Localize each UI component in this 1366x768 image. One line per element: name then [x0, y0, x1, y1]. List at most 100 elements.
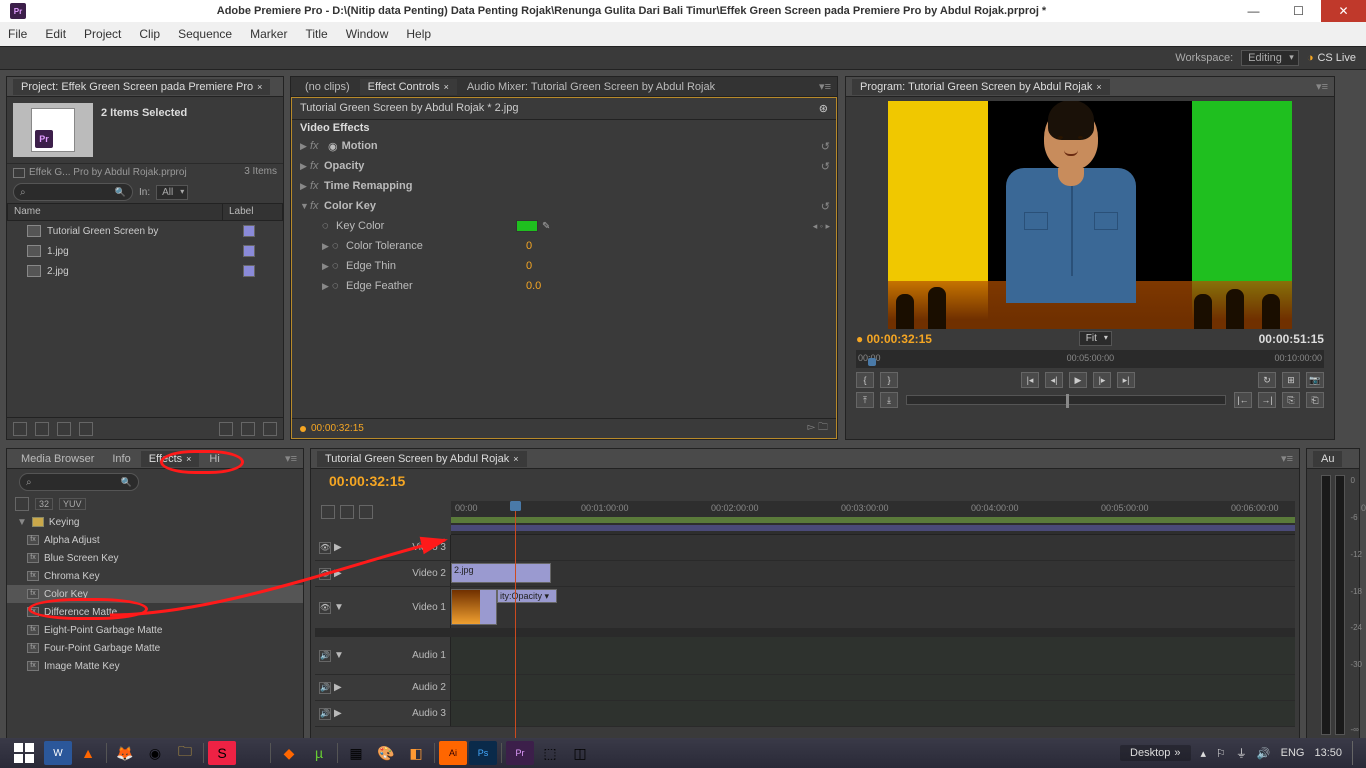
panel-menu-icon[interactable]: ▾≡	[819, 80, 831, 93]
project-item-sequence[interactable]: Tutorial Green Screen by	[7, 221, 283, 241]
taskbar-explorer-icon[interactable]: 🗀	[171, 741, 199, 765]
taskbar-word-icon[interactable]: W	[44, 741, 72, 765]
effect-alpha-adjust[interactable]: fxAlpha Adjust	[7, 531, 303, 549]
desktop-toolbar[interactable]: Desktop»	[1120, 745, 1190, 761]
menu-window[interactable]: Window	[346, 27, 389, 41]
taskbar-app7-icon[interactable]: ◫	[566, 741, 594, 765]
effects-tab[interactable]: Effects×	[141, 451, 200, 467]
shuttle-slider[interactable]	[906, 395, 1226, 405]
tray-flag-icon[interactable]: ⚐	[1216, 747, 1226, 760]
in-filter-dropdown[interactable]: All	[156, 185, 188, 200]
list-view-icon[interactable]	[13, 422, 27, 436]
icon-view-icon[interactable]	[35, 422, 49, 436]
ec-config-icon[interactable]: ⊛	[819, 102, 828, 115]
audio-mixer-tab[interactable]: Audio Mixer: Tutorial Green Screen by Ab…	[459, 79, 723, 95]
effect-eight-point-garbage-matte[interactable]: fxEight-Point Garbage Matte	[7, 621, 303, 639]
effect-blue-screen-key[interactable]: fxBlue Screen Key	[7, 549, 303, 567]
audio-tab[interactable]: Au	[1313, 451, 1342, 467]
taskbar-app6-icon[interactable]: ⬚	[536, 741, 564, 765]
effect-difference-matte[interactable]: fxDifference Matte	[7, 603, 303, 621]
eyedropper-icon[interactable]: ✎	[542, 221, 550, 232]
maximize-button[interactable]: ☐	[1276, 0, 1321, 22]
tray-volume-icon[interactable]: 🔊	[1257, 747, 1271, 760]
timeline-tab[interactable]: Tutorial Green Screen by Abdul Rojak×	[317, 451, 527, 467]
track-audio-3[interactable]: 🔊▶Audio 3	[315, 701, 1295, 727]
next-edit-button[interactable]: →|	[1258, 392, 1276, 408]
taskbar-app4-icon[interactable]: ▦	[342, 741, 370, 765]
media-browser-tab[interactable]: Media Browser	[13, 451, 102, 467]
taskbar-photoshop-icon[interactable]: Ps	[469, 741, 497, 765]
start-button[interactable]	[6, 740, 42, 766]
tray-up-icon[interactable]: ▴	[1201, 747, 1207, 760]
tray-lang[interactable]: ENG	[1281, 747, 1305, 759]
project-item-2jpg[interactable]: 2.jpg	[7, 261, 283, 281]
taskbar-app2-icon[interactable]	[238, 741, 266, 765]
step-fwd-button[interactable]: |▸	[1093, 372, 1111, 388]
program-ruler[interactable]: 00:00 00:05:00:00 00:10:00:00	[856, 350, 1324, 368]
effect-four-point-garbage-matte[interactable]: fxFour-Point Garbage Matte	[7, 639, 303, 657]
new-bin-icon[interactable]	[219, 422, 233, 436]
taskbar-illustrator-icon[interactable]: Ai	[439, 741, 467, 765]
track-video-2[interactable]: 👁▶Video 2 2.jpg	[315, 561, 1295, 587]
snap-icon[interactable]	[321, 505, 335, 519]
menu-file[interactable]: File	[8, 27, 27, 41]
track-video-3[interactable]: 👁▶Video 3	[315, 535, 1295, 561]
column-name[interactable]: Name	[8, 204, 222, 220]
new-item-icon[interactable]	[241, 422, 255, 436]
close-button[interactable]: ✕	[1321, 0, 1366, 22]
loop-button[interactable]: ↻	[1258, 372, 1276, 388]
track-audio-2[interactable]: 🔊▶Audio 2	[315, 675, 1295, 701]
taskbar-app1-icon[interactable]: S	[208, 741, 236, 765]
safe-margin-button[interactable]: ⊞	[1282, 372, 1300, 388]
effect-controls-tab[interactable]: Effect Controls×	[360, 79, 457, 95]
menu-title[interactable]: Title	[305, 27, 327, 41]
prev-edit-button[interactable]: |←	[1234, 392, 1252, 408]
program-monitor-view[interactable]	[888, 101, 1292, 329]
project-item-1jpg[interactable]: 1.jpg	[7, 241, 283, 261]
ec-edge-feather[interactable]: ▶◌Edge Feather0.0	[292, 276, 836, 296]
effect-chroma-key[interactable]: fxChroma Key	[7, 567, 303, 585]
automate-icon[interactable]	[57, 422, 71, 436]
effect-image-matte-key[interactable]: fxImage Matte Key	[7, 657, 303, 675]
clip-2jpg[interactable]: 2.jpg	[451, 563, 551, 583]
go-end-button[interactable]: ▸|	[1117, 372, 1135, 388]
taskbar-paint-icon[interactable]: 🎨	[372, 741, 400, 765]
fx-badge-icon[interactable]	[15, 497, 29, 511]
taskbar-firefox-icon[interactable]: 🦊	[111, 741, 139, 765]
tray-network-icon[interactable]: ⏚	[1236, 745, 1247, 761]
marker-icon[interactable]	[340, 505, 354, 519]
clip-1jpg[interactable]: 1.jpg	[451, 589, 497, 625]
timeline-panel-menu-icon[interactable]: ▾≡	[1281, 452, 1293, 465]
taskbar-vlc-icon[interactable]: ▲	[74, 741, 102, 765]
extract-button[interactable]: ⤓	[880, 392, 898, 408]
mark-out-button[interactable]: }	[880, 372, 898, 388]
play-button[interactable]: ▶	[1069, 372, 1087, 388]
project-search-input[interactable]: ⌕	[13, 183, 133, 201]
ec-tolerance[interactable]: ▶◌Color Tolerance0	[292, 236, 836, 256]
ec-edge-thin[interactable]: ▶◌Edge Thin0	[292, 256, 836, 276]
effects-search-input[interactable]: ⌕	[19, 473, 139, 491]
zoom-fit-dropdown[interactable]: Fit	[1079, 331, 1112, 346]
go-start-button[interactable]: |◂	[1021, 372, 1039, 388]
badge-32[interactable]: 32	[35, 498, 53, 510]
info-tab[interactable]: Info	[104, 451, 138, 467]
project-tab[interactable]: Project: Effek Green Screen pada Premier…	[13, 79, 270, 95]
program-tab[interactable]: Program: Tutorial Green Screen by Abdul …	[852, 79, 1110, 95]
lift-button[interactable]: ⤒	[856, 392, 874, 408]
trash-icon[interactable]	[263, 422, 277, 436]
track-audio-1[interactable]: 🔊▼Audio 1	[315, 637, 1295, 675]
menu-sequence[interactable]: Sequence	[178, 27, 232, 41]
ec-colorkey[interactable]: ▼fxColor Key↺	[292, 196, 836, 216]
menu-edit[interactable]: Edit	[45, 27, 66, 41]
effects-panel-menu-icon[interactable]: ▾≡	[285, 452, 297, 465]
workspace-selector[interactable]: Editing	[1241, 50, 1299, 66]
timeline-timecode[interactable]: 00:00:32:15	[329, 473, 405, 489]
program-timecode-current[interactable]: ● 00:00:32:15	[856, 332, 932, 346]
column-label[interactable]: Label	[222, 204, 282, 220]
minimize-button[interactable]: —	[1231, 0, 1276, 22]
key-color-swatch[interactable]	[516, 220, 538, 232]
ec-time-remap[interactable]: ▶fxTime Remapping	[292, 176, 836, 196]
menu-clip[interactable]: Clip	[139, 27, 160, 41]
cs-live-button[interactable]: ◑CS Live	[1307, 52, 1356, 64]
find-icon[interactable]	[79, 422, 93, 436]
